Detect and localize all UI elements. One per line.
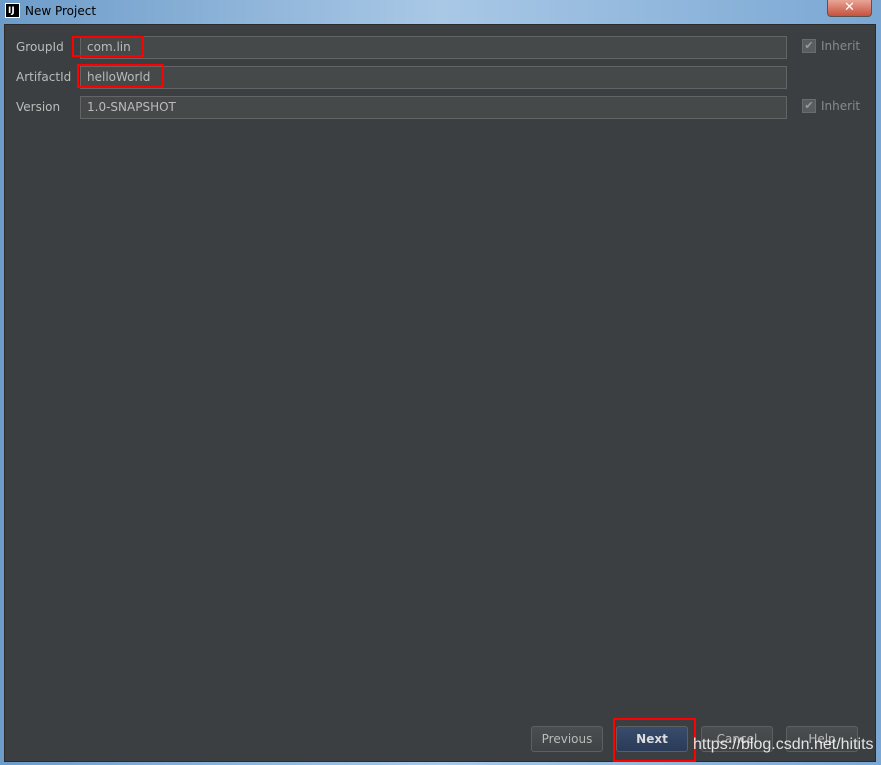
title-bar: IJ New Project ✕ [0, 0, 881, 24]
groupid-input[interactable]: com.lin [80, 36, 787, 59]
artifactid-label: ArtifactId [16, 70, 72, 84]
groupid-label: GroupId [16, 40, 64, 54]
previous-button[interactable]: Previous [531, 726, 603, 752]
checkbox-checked-icon: ✔ [802, 39, 816, 53]
version-inherit-checkbox[interactable]: ✔ Inherit [802, 99, 860, 113]
next-highlight [613, 718, 696, 762]
groupid-highlight [72, 36, 144, 57]
artifactid-highlight [77, 64, 164, 88]
artifactid-input[interactable]: helloWorld [80, 66, 787, 89]
version-label: Version [16, 100, 61, 114]
close-button[interactable]: ✕ [827, 0, 872, 17]
dialog-body: GroupId com.lin ✔ Inherit ArtifactId hell… [4, 24, 876, 762]
close-icon: ✕ [844, 0, 855, 15]
inherit-label: Inherit [821, 39, 861, 53]
version-input[interactable]: 1.0-SNAPSHOT [80, 96, 787, 119]
watermark: https://blog.csdn.net/hitits [693, 736, 874, 753]
intellij-app-icon: IJ [5, 3, 20, 18]
window-title: New Project [25, 4, 97, 18]
groupid-inherit-checkbox[interactable]: ✔ Inherit [802, 39, 860, 53]
inherit-label: Inherit [821, 99, 861, 113]
checkbox-checked-icon: ✔ [802, 99, 816, 113]
